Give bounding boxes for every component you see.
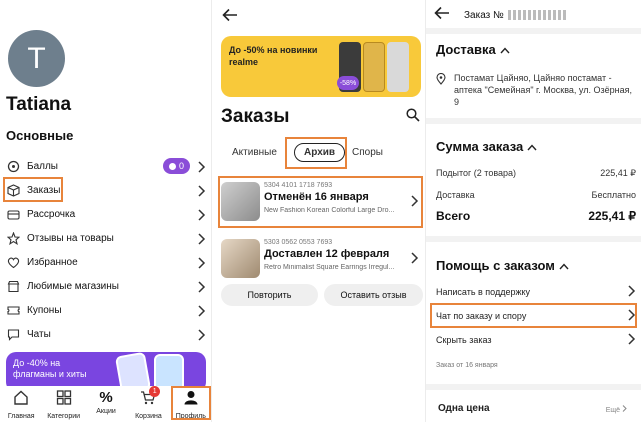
chat-icon <box>6 327 20 341</box>
orders-highlight <box>3 177 63 202</box>
menu-item-label: Рассрочка <box>27 208 76 220</box>
profile-panel: T Tatiana Основные Баллы 0 Заказы Рассро… <box>0 0 212 444</box>
star-icon <box>6 231 20 245</box>
delivery-heading[interactable]: Доставка <box>436 42 510 57</box>
chevron-right-icon <box>628 285 636 299</box>
detail-header: Заказ № <box>434 6 634 25</box>
banner-text: До -50% на новинки realme <box>229 45 318 67</box>
order-thumbnail <box>221 239 260 278</box>
orders-panel: До -50% на новинки realme -58% Заказы Ак… <box>212 0 426 444</box>
promo-text: До -40% на флагманы и хиты <box>13 358 87 379</box>
help-heading[interactable]: Помощь с заказом <box>436 258 569 273</box>
tab-label: Категории <box>47 413 81 420</box>
chevron-up-icon <box>527 139 537 154</box>
percent-icon: % <box>99 389 113 406</box>
cart-badge: 1 <box>149 386 161 397</box>
tab-active[interactable]: Активные <box>232 147 277 158</box>
chevron-right-icon <box>198 328 206 346</box>
back-arrow-icon[interactable] <box>434 6 450 25</box>
bottom-strip <box>0 422 641 444</box>
repeat-button[interactable]: Повторить <box>221 284 318 306</box>
search-icon[interactable] <box>406 108 420 127</box>
heart-icon <box>6 255 20 269</box>
points-badge: 0 <box>162 158 190 174</box>
tab-home[interactable]: Главная <box>0 386 42 422</box>
menu-item-points[interactable]: Баллы 0 <box>0 155 212 177</box>
profile-tab-highlight <box>171 386 211 420</box>
order-description: Retro Minimalist Square Earrings Irregul… <box>264 264 395 271</box>
menu-item-label: Купоны <box>27 304 62 316</box>
menu-item-reviews[interactable]: Отзывы на товары <box>0 227 212 249</box>
menu-item-label: Чаты <box>27 328 51 340</box>
delivery-address: Постамат Цайняо, Цайняо постамат - аптек… <box>436 72 636 108</box>
menu-item-installment[interactable]: Рассрочка <box>0 203 212 225</box>
address-text: Постамат Цайняо, Цайняо постамат - аптек… <box>454 73 632 107</box>
tab-label: Главная <box>7 413 35 420</box>
menu-item-stores[interactable]: Любимые магазины <box>0 275 212 297</box>
menu-item-label: Любимые магазины <box>27 280 119 292</box>
chevron-right-icon <box>198 232 206 250</box>
total-row: Всего 225,41 ₽ <box>436 209 636 223</box>
phone-image <box>387 42 409 92</box>
chevron-right-icon <box>411 251 419 269</box>
home-icon <box>13 390 29 410</box>
section-separator <box>426 118 641 124</box>
discount-badge: -58% <box>337 76 359 90</box>
order-card[interactable]: 5303 0562 0553 7693 Доставлен 12 февраля… <box>221 236 421 282</box>
avatar[interactable]: T <box>8 30 65 87</box>
subtotal-row: Подытог (2 товара) 225,41 ₽ <box>436 168 636 178</box>
shipping-row: Доставка Бесплатно <box>436 190 636 200</box>
menu-item-label: Избранное <box>27 256 78 268</box>
tab-cart[interactable]: 1 Корзина <box>127 386 169 422</box>
grid-icon <box>56 390 72 410</box>
back-arrow-icon[interactable] <box>222 8 238 27</box>
order-status: Доставлен 12 февраля <box>264 248 390 260</box>
section-separator <box>426 28 641 34</box>
store-icon <box>6 279 20 293</box>
promo-banner[interactable]: До -50% на новинки realme -58% <box>221 36 421 97</box>
more-link[interactable]: Ещё <box>606 405 627 414</box>
phone-image <box>363 42 385 92</box>
archive-tab-highlight <box>285 137 347 169</box>
page-title: Заказы <box>221 106 290 127</box>
contact-support-item[interactable]: Написать в поддержку <box>436 285 636 299</box>
chevron-right-icon <box>198 184 206 202</box>
coupon-icon <box>6 303 20 317</box>
chevron-right-icon <box>628 333 636 347</box>
order-chat-highlight <box>430 303 637 328</box>
chevron-right-icon <box>198 304 206 322</box>
menu-item-coupons[interactable]: Купоны <box>0 299 212 321</box>
hide-order-item[interactable]: Скрыть заказ <box>436 333 636 347</box>
order-number: 5303 0562 0553 7693 <box>264 239 333 246</box>
section-title: Основные <box>6 128 74 143</box>
chevron-right-icon <box>198 160 206 178</box>
chevron-right-icon <box>198 256 206 274</box>
chevron-up-icon <box>500 42 510 57</box>
chevron-up-icon <box>559 258 569 273</box>
tab-label: Акции <box>96 408 116 415</box>
coins-icon <box>6 159 20 173</box>
chevron-right-icon <box>198 208 206 226</box>
chevron-right-icon <box>198 280 206 298</box>
order-sum-heading[interactable]: Сумма заказа <box>436 139 537 154</box>
tab-categories[interactable]: Категории <box>42 386 84 422</box>
leave-review-button[interactable]: Оставить отзыв <box>324 284 423 306</box>
menu-item-chats[interactable]: Чаты <box>0 323 212 345</box>
one-price-heading: Одна цена <box>438 403 490 414</box>
section-separator <box>426 236 641 242</box>
order-card-highlight <box>218 176 423 228</box>
tab-label: Корзина <box>135 413 162 420</box>
order-detail-panel: Заказ № Доставка Постамат Цайняо, Цайняо… <box>426 0 641 444</box>
section-separator <box>426 384 641 390</box>
card-icon <box>6 207 20 221</box>
location-pin-icon <box>436 72 446 108</box>
menu-item-label: Баллы <box>27 160 58 172</box>
order-date-note: Заказ от 16 января <box>436 362 498 369</box>
user-name: Tatiana <box>6 94 72 115</box>
tab-deals[interactable]: % Акции <box>85 386 127 422</box>
tab-disputes[interactable]: Споры <box>352 147 383 158</box>
menu-item-favorites[interactable]: Избранное <box>0 251 212 273</box>
menu-item-label: Отзывы на товары <box>27 232 114 244</box>
order-number-title: Заказ № <box>464 10 566 21</box>
